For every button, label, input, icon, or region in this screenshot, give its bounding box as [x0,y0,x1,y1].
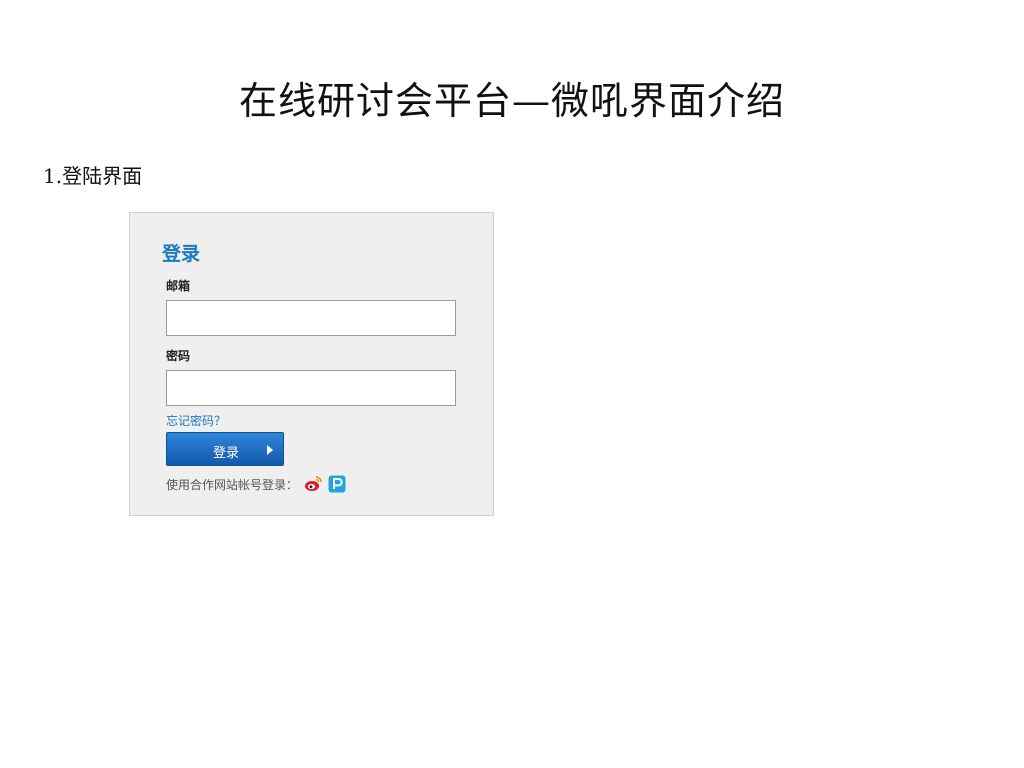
weibo-icon[interactable] [304,475,322,493]
slide-title: 在线研讨会平台—微吼界面介绍 [238,79,785,123]
password-label: 密码 [166,349,191,363]
login-button[interactable]: 登录 [166,432,284,466]
partner-login-row: 使用合作网站帐号登录： [166,475,346,493]
partner-login-prompt: 使用合作网站帐号登录： [166,477,299,492]
forgot-password-link[interactable]: 忘记密码？ [166,412,226,429]
caret-right-icon [267,445,273,455]
login-panel: 登录 邮箱 密码 忘记密码？ 登录 使用合作网站帐号登录： [129,212,494,516]
section-heading: 1.登陆界面 [43,164,143,188]
p-icon[interactable] [328,475,346,493]
password-input[interactable] [166,370,456,406]
login-title: 登录 [162,243,201,265]
email-label: 邮箱 [166,279,191,293]
email-input[interactable] [166,300,456,336]
